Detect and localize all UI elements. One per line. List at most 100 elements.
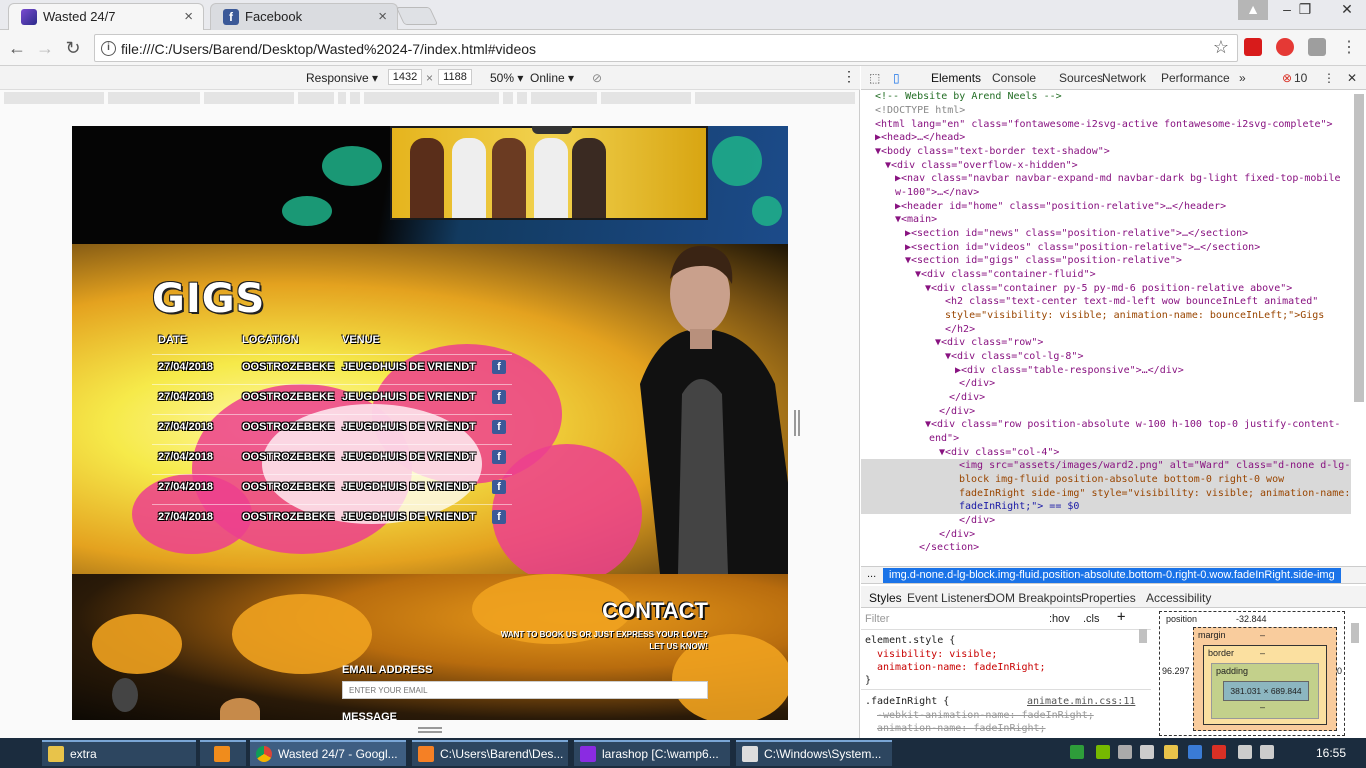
dom-line-selected[interactable]: fadeInRight side-img" style="visibility:… xyxy=(861,487,1351,501)
tab-styles[interactable]: Styles xyxy=(869,591,902,605)
dom-line[interactable]: </div> xyxy=(939,405,1351,419)
tray-icon[interactable] xyxy=(1140,745,1154,759)
inspect-icon[interactable]: ⬚ xyxy=(869,71,880,85)
reload-icon[interactable]: ↻ xyxy=(62,37,84,59)
dom-line[interactable]: ▼<body class="text-border text-shadow"> xyxy=(875,145,1351,159)
dom-line[interactable]: end"> xyxy=(929,432,1351,446)
extension-icon[interactable] xyxy=(1308,38,1326,56)
more-tabs-icon[interactable]: » xyxy=(1239,71,1246,85)
dom-line[interactable]: ▶<head>…</head> xyxy=(875,131,1351,145)
dom-line-selected[interactable]: block img-fluid position-absolute bottom… xyxy=(861,473,1351,487)
facebook-icon[interactable]: f xyxy=(492,450,506,464)
security-icon[interactable] xyxy=(1212,745,1226,759)
breadcrumb-item[interactable]: img.d-none.d-lg-block.img-fluid.position… xyxy=(883,568,1341,583)
back-icon[interactable]: ← xyxy=(6,37,28,59)
styles-scrollbar[interactable] xyxy=(1139,629,1147,643)
extension-icon[interactable] xyxy=(1244,38,1262,56)
facebook-icon[interactable]: f xyxy=(492,480,506,494)
email-field[interactable] xyxy=(342,681,708,699)
video-player[interactable] xyxy=(390,126,708,220)
tab-console[interactable]: Console xyxy=(992,71,1036,85)
width-input[interactable]: 1432 xyxy=(388,69,422,85)
dom-line[interactable]: ▼<div class="container-fluid"> xyxy=(915,268,1351,282)
user-profile-icon[interactable]: ▲ xyxy=(1238,0,1268,20)
dom-line[interactable]: ▶<section id="videos" class="position-re… xyxy=(905,241,1351,255)
network-select[interactable]: Online ▾ xyxy=(530,71,574,85)
tab-facebook[interactable]: f Facebook × xyxy=(210,3,398,30)
tab-dom-breakpoints[interactable]: DOM Breakpoints xyxy=(987,591,1082,605)
facebook-icon[interactable]: f xyxy=(492,390,506,404)
extension-icon[interactable] xyxy=(1276,38,1294,56)
tray-icon[interactable] xyxy=(1118,745,1132,759)
dom-line[interactable]: </h2> xyxy=(945,323,1351,337)
cls-button[interactable]: .cls xyxy=(1083,613,1100,626)
media-query-bar[interactable] xyxy=(0,92,860,104)
dom-scrollbar[interactable] xyxy=(1354,94,1364,402)
style-declaration[interactable]: animation-name: fadeInRight; xyxy=(877,722,1046,735)
taskbar-item-cmd[interactable]: C:\Windows\System... xyxy=(736,740,892,766)
close-icon[interactable]: × xyxy=(378,4,387,29)
more-options-icon[interactable]: ⋮ xyxy=(1323,71,1335,85)
resize-handle-right[interactable] xyxy=(794,410,800,436)
dom-line[interactable]: ▶<div class="table-responsive">…</div> xyxy=(955,364,1351,378)
bookmark-star-icon[interactable]: ☆ xyxy=(1213,37,1229,58)
info-icon[interactable]: i xyxy=(101,41,116,56)
close-icon[interactable]: × xyxy=(184,4,193,29)
taskbar-item-sublime[interactable]: C:\Users\Barend\Des... xyxy=(412,740,568,766)
dom-line[interactable]: </div> xyxy=(949,391,1351,405)
dom-line[interactable]: ▶<section id="news" class="position-rela… xyxy=(905,227,1351,241)
zoom-select[interactable]: 50% ▾ xyxy=(490,71,523,85)
resize-handle-bottom[interactable] xyxy=(418,727,442,733)
tab-event-listeners[interactable]: Event Listeners xyxy=(907,591,990,605)
dom-line[interactable]: <!-- Website by Arend Neels --> xyxy=(875,90,1351,104)
hov-button[interactable]: :hov xyxy=(1049,613,1070,626)
volume-icon[interactable] xyxy=(1260,745,1274,759)
address-bar[interactable]: i file:///C:/Users/Barend/Desktop/Wasted… xyxy=(94,34,1238,62)
facebook-icon[interactable]: f xyxy=(492,420,506,434)
tab-wasted[interactable]: Wasted 24/7 × xyxy=(8,3,204,30)
taskbar-clock[interactable]: 16:55 xyxy=(1316,746,1346,760)
network-icon[interactable] xyxy=(1238,745,1252,759)
facebook-icon[interactable]: f xyxy=(492,510,506,524)
device-mode-select[interactable]: Responsive ▾ xyxy=(306,71,378,85)
dom-line[interactable]: w-100">…</nav> xyxy=(895,186,1351,200)
dom-line[interactable]: ▼<div class="col-4"> xyxy=(939,446,1351,460)
breadcrumb-more[interactable]: ... xyxy=(867,568,876,580)
dom-line[interactable]: ▼<div class="overflow-x-hidden"> xyxy=(885,159,1351,173)
tray-icon[interactable] xyxy=(1164,745,1178,759)
style-declaration[interactable]: animation-name: fadeInRight; xyxy=(877,661,1046,674)
dom-line[interactable]: ▼<section id="gigs" class="position-rela… xyxy=(905,254,1351,268)
device-toggle-icon[interactable]: ▯ xyxy=(893,71,900,85)
dom-line[interactable]: style="visibility: visible; animation-na… xyxy=(945,309,1351,323)
dom-line[interactable]: <html lang="en" class="fontawesome-i2svg… xyxy=(875,118,1351,132)
dom-line-selected[interactable]: <img src="assets/images/ward2.png" alt="… xyxy=(861,459,1351,473)
box-scrollbar[interactable] xyxy=(1351,623,1359,643)
rotate-icon[interactable]: ⊘ xyxy=(592,71,602,85)
style-declaration[interactable]: -webkit-animation-name: fadeInRight; xyxy=(877,709,1094,722)
new-tab-button[interactable] xyxy=(395,7,439,25)
tray-icon[interactable] xyxy=(1188,745,1202,759)
taskbar-item-media-player[interactable] xyxy=(200,740,246,766)
dom-line-selected[interactable]: fadeInRight;"> == $0 xyxy=(861,500,1351,514)
style-source-link[interactable]: animate.min.css:11 xyxy=(1027,695,1135,708)
dom-line[interactable]: </div> xyxy=(959,377,1351,391)
dom-line[interactable]: <h2 class="text-center text-md-left wow … xyxy=(945,295,1351,309)
facebook-icon[interactable]: f xyxy=(492,360,506,374)
dom-line[interactable]: ▶<header id="home" class="position-relat… xyxy=(895,200,1351,214)
play-button-icon[interactable] xyxy=(532,126,572,134)
dom-tree[interactable]: <!-- Website by Arend Neels --> <!DOCTYP… xyxy=(861,90,1351,566)
tab-sources[interactable]: Sources xyxy=(1059,71,1103,85)
wamp-icon[interactable] xyxy=(1070,745,1084,759)
tab-accessibility[interactable]: Accessibility xyxy=(1146,591,1211,605)
forward-icon[interactable]: → xyxy=(34,37,56,59)
nvidia-icon[interactable] xyxy=(1096,745,1110,759)
dom-line[interactable]: ▼<main> xyxy=(895,213,1351,227)
close-window-button[interactable]: ✕ xyxy=(1330,0,1364,20)
style-declaration[interactable]: visibility: visible; xyxy=(877,648,997,661)
tab-network[interactable]: Network xyxy=(1102,71,1146,85)
tab-properties[interactable]: Properties xyxy=(1081,591,1136,605)
taskbar-item-chrome[interactable]: Wasted 24/7 - Googl... xyxy=(250,740,406,766)
tab-performance[interactable]: Performance xyxy=(1161,71,1230,85)
filter-input[interactable]: Filter xyxy=(865,613,889,626)
error-icon[interactable]: ⊗ xyxy=(1282,71,1292,85)
